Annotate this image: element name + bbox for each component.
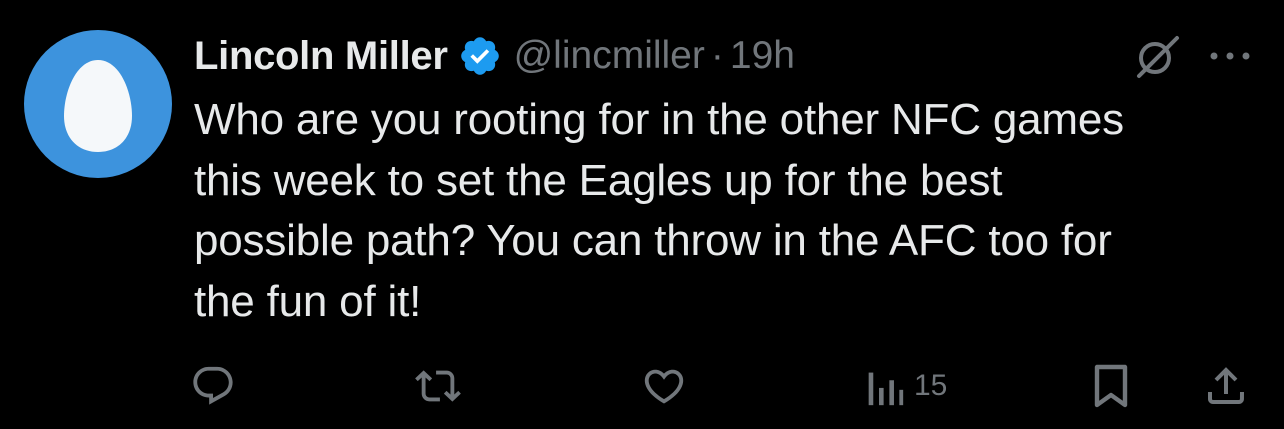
tweet-card[interactable]: Lincoln Miller @lincmiller · 19h Who are… [0, 0, 1284, 429]
timestamp[interactable]: 19h [730, 34, 795, 78]
like-button[interactable] [640, 362, 688, 410]
avatar[interactable] [24, 30, 172, 178]
display-name[interactable]: Lincoln Miller [194, 34, 448, 79]
more-icon[interactable] [1206, 38, 1254, 74]
retweet-button[interactable] [413, 362, 463, 410]
separator-dot: · [710, 34, 724, 77]
tweet-text: Who are you rooting for in the other NFC… [194, 95, 1124, 326]
reply-icon [193, 366, 233, 405]
analytics-icon [868, 372, 904, 406]
reply-button[interactable] [190, 362, 236, 410]
tweet-header: Lincoln Miller @lincmiller · 19h [194, 28, 795, 84]
share-button[interactable] [1202, 362, 1250, 410]
retweet-icon [415, 370, 461, 402]
bookmark-button[interactable] [1090, 362, 1132, 410]
verified-badge-icon[interactable] [458, 34, 502, 78]
views-count: 15 [914, 369, 948, 402]
views-button[interactable]: 15 [864, 362, 947, 410]
heart-icon [644, 369, 684, 404]
bookmark-icon [1094, 364, 1128, 408]
egg-icon [64, 60, 132, 152]
user-handle[interactable]: @lincmiller [514, 34, 705, 78]
grok-icon[interactable] [1133, 32, 1181, 80]
share-icon [1208, 367, 1244, 404]
